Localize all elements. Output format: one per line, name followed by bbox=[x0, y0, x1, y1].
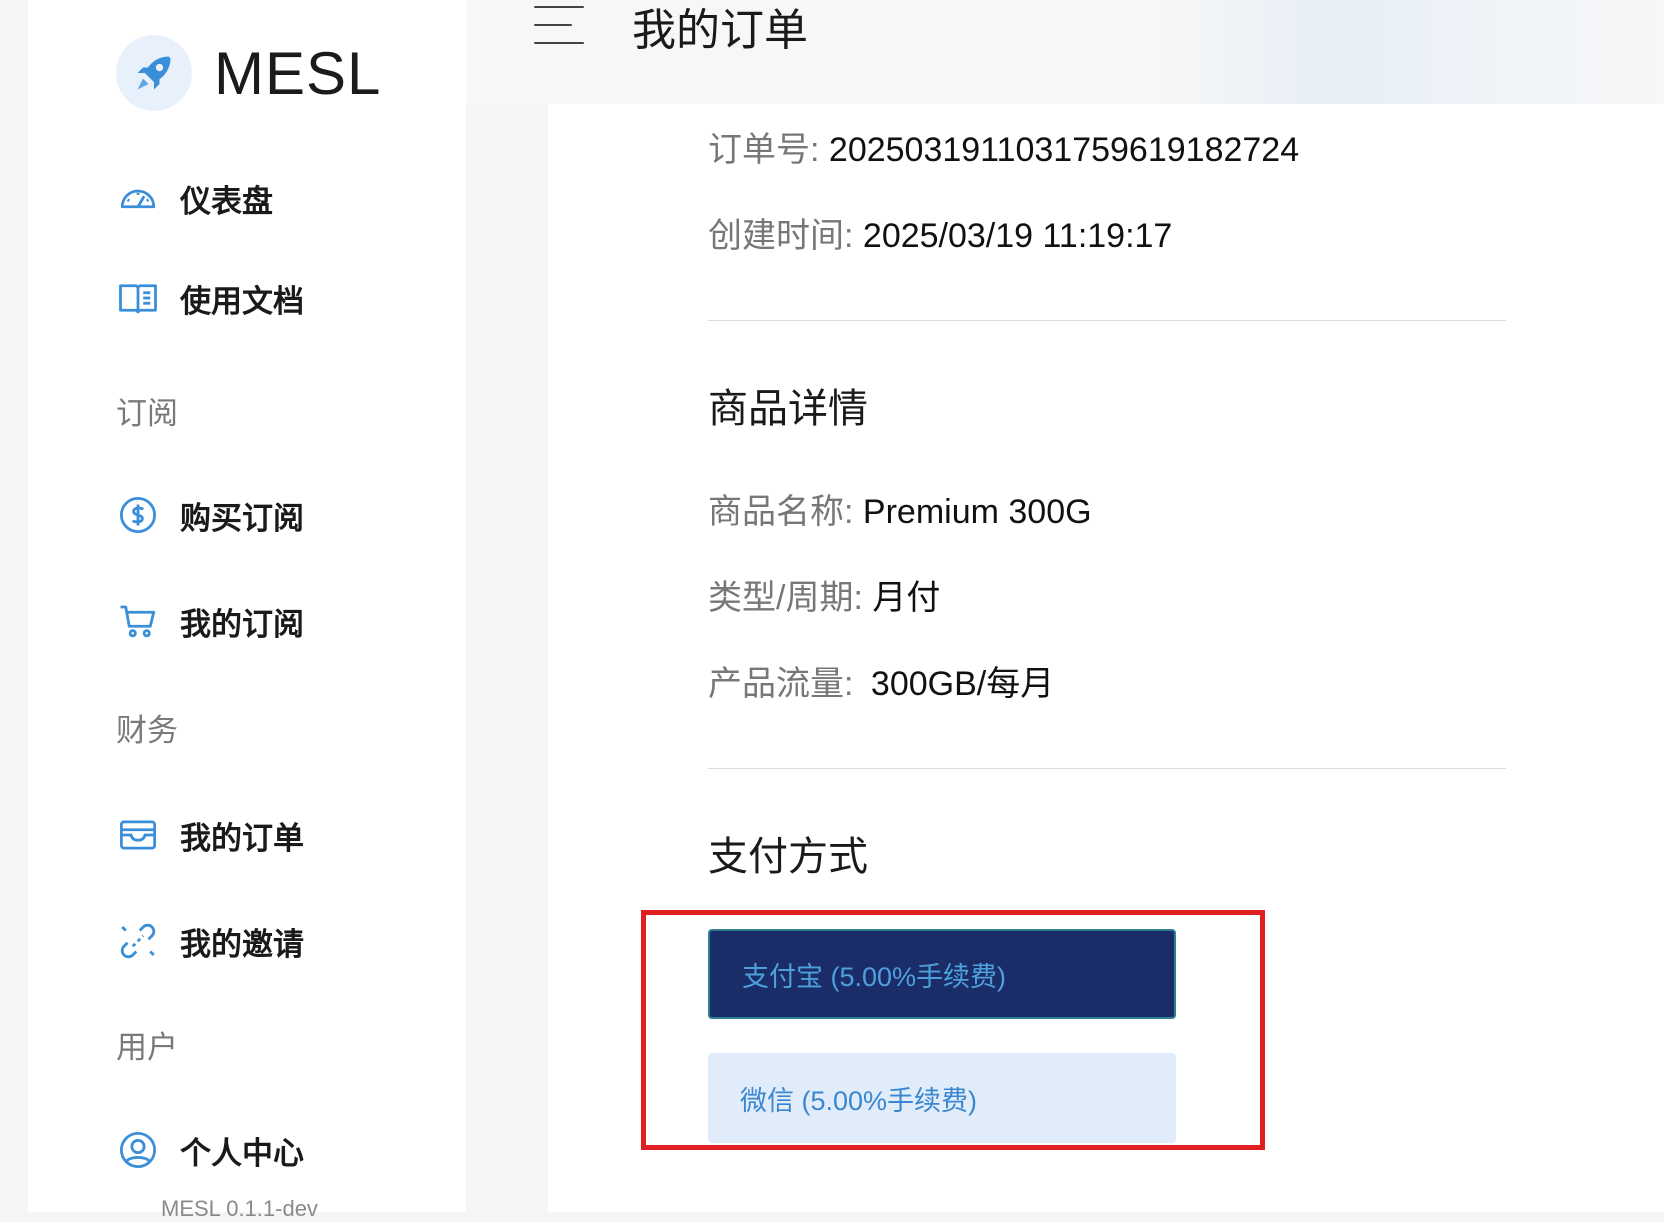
product-section-title: 商品详情 bbox=[708, 387, 868, 431]
product-name-label: 商品名称: bbox=[708, 493, 854, 531]
nav-group-title-finance: 财务 bbox=[116, 713, 178, 748]
sidebar-item-label: 购买订阅 bbox=[180, 500, 304, 536]
created-time-value: 2025/03/19 11:19:17 bbox=[862, 217, 1173, 255]
nav-group-title-user: 用户 bbox=[116, 1030, 178, 1065]
sidebar-item-profile[interactable]: 个人中心 bbox=[116, 1125, 304, 1175]
menu-lines-icon[interactable] bbox=[534, 4, 586, 44]
product-name-row: 商品名称: Premium 300G bbox=[708, 484, 1092, 533]
product-type-value: 月付 bbox=[872, 579, 941, 617]
product-name-value: Premium 300G bbox=[862, 493, 1092, 531]
order-number-label: 订单号: bbox=[708, 131, 820, 169]
sidebar-item-label: 仪表盘 bbox=[180, 183, 273, 219]
product-traffic-value: 300GB/每月 bbox=[870, 665, 1055, 703]
sidebar-item-my-subscription[interactable]: 我的订阅 bbox=[116, 596, 304, 646]
sidebar-item-buy-subscription[interactable]: 购买订阅 bbox=[116, 490, 304, 540]
brand-name: MESL bbox=[214, 39, 382, 107]
user-circle-icon bbox=[116, 1128, 160, 1172]
link-icon bbox=[116, 919, 160, 963]
product-traffic-label: 产品流量: bbox=[708, 665, 854, 703]
created-time-row: 创建时间: 2025/03/19 11:19:17 bbox=[708, 208, 1172, 257]
product-type-row: 类型/周期: 月付 bbox=[708, 570, 940, 619]
sidebar-item-label: 我的邀请 bbox=[180, 926, 304, 962]
order-number-value: 2025031911031759619182724 bbox=[828, 131, 1300, 169]
sidebar-item-label: 使用文档 bbox=[180, 283, 304, 319]
nav-group-title-subscription: 订阅 bbox=[116, 396, 178, 431]
cart-icon bbox=[116, 599, 160, 643]
sidebar-item-label: 我的订单 bbox=[180, 820, 304, 856]
divider bbox=[708, 768, 1506, 769]
payment-method-alipay[interactable]: 支付宝 (5.00%手续费) bbox=[708, 929, 1176, 1019]
wallet-icon bbox=[116, 813, 160, 857]
sidebar-item-my-invites[interactable]: 我的邀请 bbox=[116, 916, 304, 966]
product-traffic-row: 产品流量: 300GB/每月 bbox=[708, 656, 1054, 705]
dollar-circle-icon bbox=[116, 493, 160, 537]
sidebar-item-my-orders[interactable]: 我的订单 bbox=[116, 810, 304, 860]
created-time-label: 创建时间: bbox=[708, 217, 854, 255]
rocket-icon bbox=[116, 35, 192, 111]
dashboard-gauge-icon bbox=[116, 176, 160, 220]
payment-method-wechat[interactable]: 微信 (5.00%手续费) bbox=[708, 1053, 1176, 1143]
book-icon bbox=[116, 276, 160, 320]
product-type-label: 类型/周期: bbox=[708, 579, 863, 617]
sidebar-item-label: 个人中心 bbox=[180, 1135, 304, 1171]
sidebar-item-dashboard[interactable]: 仪表盘 bbox=[116, 173, 273, 223]
sidebar-item-label: 我的订阅 bbox=[180, 606, 304, 642]
divider bbox=[708, 320, 1506, 321]
app-version: MESL 0.1.1-dev bbox=[161, 1196, 318, 1221]
page-title: 我的订单 bbox=[632, 6, 808, 55]
sidebar-item-docs[interactable]: 使用文档 bbox=[116, 273, 304, 323]
order-number-row: 订单号: 2025031911031759619182724 bbox=[708, 122, 1299, 171]
brand[interactable]: MESL bbox=[116, 35, 381, 111]
sidebar: MESL 仪表盘 使用文档 订阅 购买订阅 我的订阅 财务 我的订单 我的邀请 … bbox=[28, 0, 466, 1221]
top-header: 我的订单 bbox=[466, 0, 1664, 104]
payment-section-title: 支付方式 bbox=[708, 835, 868, 879]
